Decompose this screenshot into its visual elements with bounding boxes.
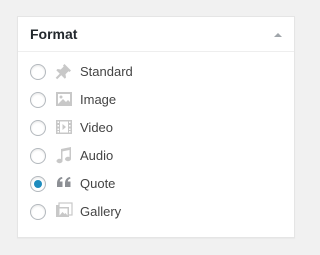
gallery-icon <box>54 201 74 221</box>
format-radio-quote[interactable] <box>30 176 46 192</box>
format-label-audio[interactable]: Audio <box>80 148 113 164</box>
format-option-standard[interactable]: Standard <box>18 59 294 87</box>
format-label-standard[interactable]: Standard <box>80 64 133 80</box>
format-option-video[interactable]: Video <box>18 115 294 143</box>
format-label-video[interactable]: Video <box>80 120 113 136</box>
format-label-quote[interactable]: Quote <box>80 176 115 192</box>
metabox-header[interactable]: Format <box>18 17 294 52</box>
format-radio-audio[interactable] <box>30 148 46 164</box>
metabox-title: Format <box>30 26 78 42</box>
format-radio-image[interactable] <box>30 92 46 108</box>
format-radio-standard[interactable] <box>30 64 46 80</box>
format-option-image[interactable]: Image <box>18 87 294 115</box>
music-note-icon <box>54 145 74 165</box>
format-label-gallery[interactable]: Gallery <box>80 204 121 220</box>
format-option-gallery[interactable]: Gallery <box>18 199 294 227</box>
format-options: Standard Image Video Audio Quote Gallery <box>18 59 294 227</box>
quote-icon <box>54 173 74 193</box>
pin-icon <box>54 61 74 81</box>
video-icon <box>54 117 74 137</box>
format-label-image[interactable]: Image <box>80 92 116 108</box>
radio-selected-dot <box>34 180 42 188</box>
format-option-audio[interactable]: Audio <box>18 143 294 171</box>
format-radio-video[interactable] <box>30 120 46 136</box>
triangle-up-icon[interactable] <box>272 30 284 40</box>
image-icon <box>54 89 74 109</box>
format-radio-gallery[interactable] <box>30 204 46 220</box>
format-metabox: Format Standard Image Video Audio Quote … <box>17 16 295 238</box>
format-option-quote[interactable]: Quote <box>18 171 294 199</box>
